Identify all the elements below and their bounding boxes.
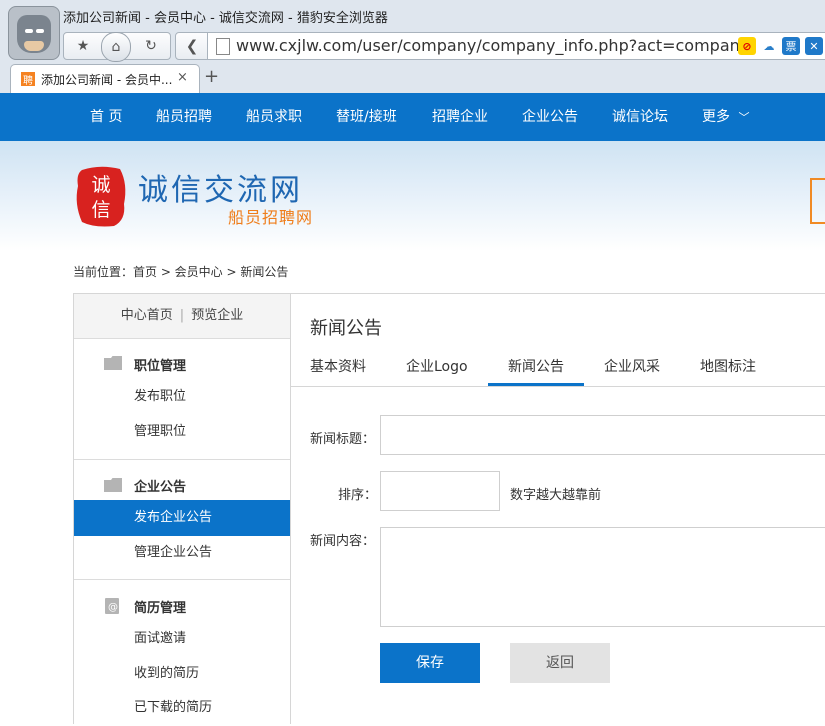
sidebar: 中心首页 | 预览企业 职位管理 发布职位 管理职位 企业公告 发布企业公告 管理企…: [73, 293, 291, 724]
back-button-form[interactable]: 返回: [510, 643, 610, 683]
sidebar-item-downloaded-resumes[interactable]: 已下载的简历: [74, 690, 290, 726]
nav-more[interactable]: 更多 ﹀: [702, 93, 749, 141]
preview-company-link[interactable]: 预览企业: [191, 308, 243, 323]
news-content-label: 新闻内容：: [310, 534, 376, 549]
window-title: 添加公司新闻 - 会员中心 - 诚信交流网 - 猎豹安全浏览器: [63, 11, 388, 26]
site-nav: 首 页 船员招聘 船员求职 替班/接班 招聘企业 企业公告 诚信论坛 更多 ﹀: [0, 93, 825, 141]
header-box-edge: [810, 178, 825, 224]
sidebar-item-manage-jobs[interactable]: 管理职位: [74, 414, 290, 450]
sidebar-item-received-resumes[interactable]: 收到的简历: [74, 656, 290, 692]
folder-icon: [104, 356, 122, 370]
svg-text:@: @: [108, 602, 118, 613]
tab-map-marker[interactable]: 地图标注: [700, 356, 756, 376]
tab-company-logo[interactable]: 企业Logo: [406, 356, 468, 376]
tab-company-style[interactable]: 企业风采: [604, 356, 660, 376]
new-tab-button[interactable]: +: [204, 66, 219, 87]
sidebar-item-publish-job[interactable]: 发布职位: [74, 379, 290, 415]
save-button[interactable]: 保存: [380, 643, 480, 683]
nav-button-group: ★ ⌂ ↻: [63, 32, 171, 62]
address-book-icon: @: [105, 598, 119, 614]
top-links-separator: |: [179, 308, 185, 323]
nav-companies[interactable]: 招聘企业: [432, 93, 488, 141]
page-title: 新闻公告: [310, 318, 382, 339]
group-title-announcements: 企业公告: [134, 480, 187, 495]
nav-forum[interactable]: 诚信论坛: [612, 93, 668, 141]
tab-close-icon[interactable]: ×: [177, 70, 188, 85]
tab-favicon-icon: 聘: [21, 72, 35, 87]
sidebar-item-manage-announcements[interactable]: 管理企业公告: [74, 535, 290, 571]
sidebar-divider: [74, 459, 290, 460]
seal-char-1: 诚: [91, 174, 110, 196]
group-title-resumes: 简历管理: [134, 601, 187, 616]
folder-icon: [104, 478, 122, 492]
nav-crew-jobseek[interactable]: 船员求职: [246, 93, 302, 141]
url-text[interactable]: www.cxjlw.com/user/company/company_info.…: [236, 36, 744, 55]
tabs-divider: [290, 386, 825, 387]
adblock-icon[interactable]: ⊘: [738, 37, 756, 55]
sidebar-item-interview-invites[interactable]: 面试邀请: [74, 621, 290, 657]
browser-tab[interactable]: 聘 添加公司新闻 - 会员中... ×: [10, 64, 200, 94]
seal-char-2: 信: [91, 199, 110, 221]
ticket-icon[interactable]: 票: [782, 37, 800, 55]
tab-basic-info[interactable]: 基本资料: [310, 356, 366, 376]
order-label: 排序：: [338, 488, 378, 503]
news-title-label: 新闻标题：: [310, 432, 376, 447]
news-content-textarea[interactable]: [380, 527, 825, 627]
sidebar-top-links: 中心首页 | 预览企业: [74, 294, 290, 339]
order-input[interactable]: [380, 471, 500, 511]
refresh-icon[interactable]: ↻: [134, 33, 168, 59]
nav-crew-recruit[interactable]: 船员招聘: [156, 93, 212, 141]
home-icon[interactable]: ⌂: [101, 32, 131, 62]
group-title-jobs: 职位管理: [134, 359, 187, 374]
back-arrow-icon: ❮: [185, 37, 199, 55]
tab-title: 添加公司新闻 - 会员中...: [41, 73, 173, 87]
news-title-input[interactable]: [380, 415, 825, 455]
menu-icon[interactable]: ✕: [805, 37, 823, 55]
address-bar[interactable]: www.cxjlw.com/user/company/company_info.…: [207, 32, 825, 60]
nav-shift[interactable]: 替班/接班: [336, 93, 397, 141]
active-tab-indicator: [488, 383, 584, 386]
page-icon: [216, 38, 230, 55]
cloud-icon[interactable]: ☁: [760, 37, 778, 55]
order-hint: 数字越大越靠前: [510, 488, 602, 503]
nav-home[interactable]: 首 页: [90, 93, 122, 141]
tab-news[interactable]: 新闻公告: [508, 356, 564, 376]
bookmark-star-icon[interactable]: ★: [66, 33, 100, 59]
browser-avatar-icon[interactable]: [8, 6, 60, 60]
nav-announcements[interactable]: 企业公告: [522, 93, 578, 141]
chevron-down-icon: ﹀: [738, 111, 750, 124]
logo-subtitle: 船员招聘网: [228, 208, 314, 227]
sidebar-divider: [74, 579, 290, 580]
sidebar-item-publish-announcement[interactable]: 发布企业公告: [74, 500, 290, 536]
logo-seal-icon: 诚 信: [76, 166, 126, 227]
breadcrumb: 当前位置：首页 > 会员中心 > 新闻公告: [73, 265, 289, 279]
center-home-link[interactable]: 中心首页: [121, 308, 173, 323]
logo-title[interactable]: 诚信交流网: [138, 165, 303, 209]
back-button[interactable]: ❮: [175, 32, 209, 60]
